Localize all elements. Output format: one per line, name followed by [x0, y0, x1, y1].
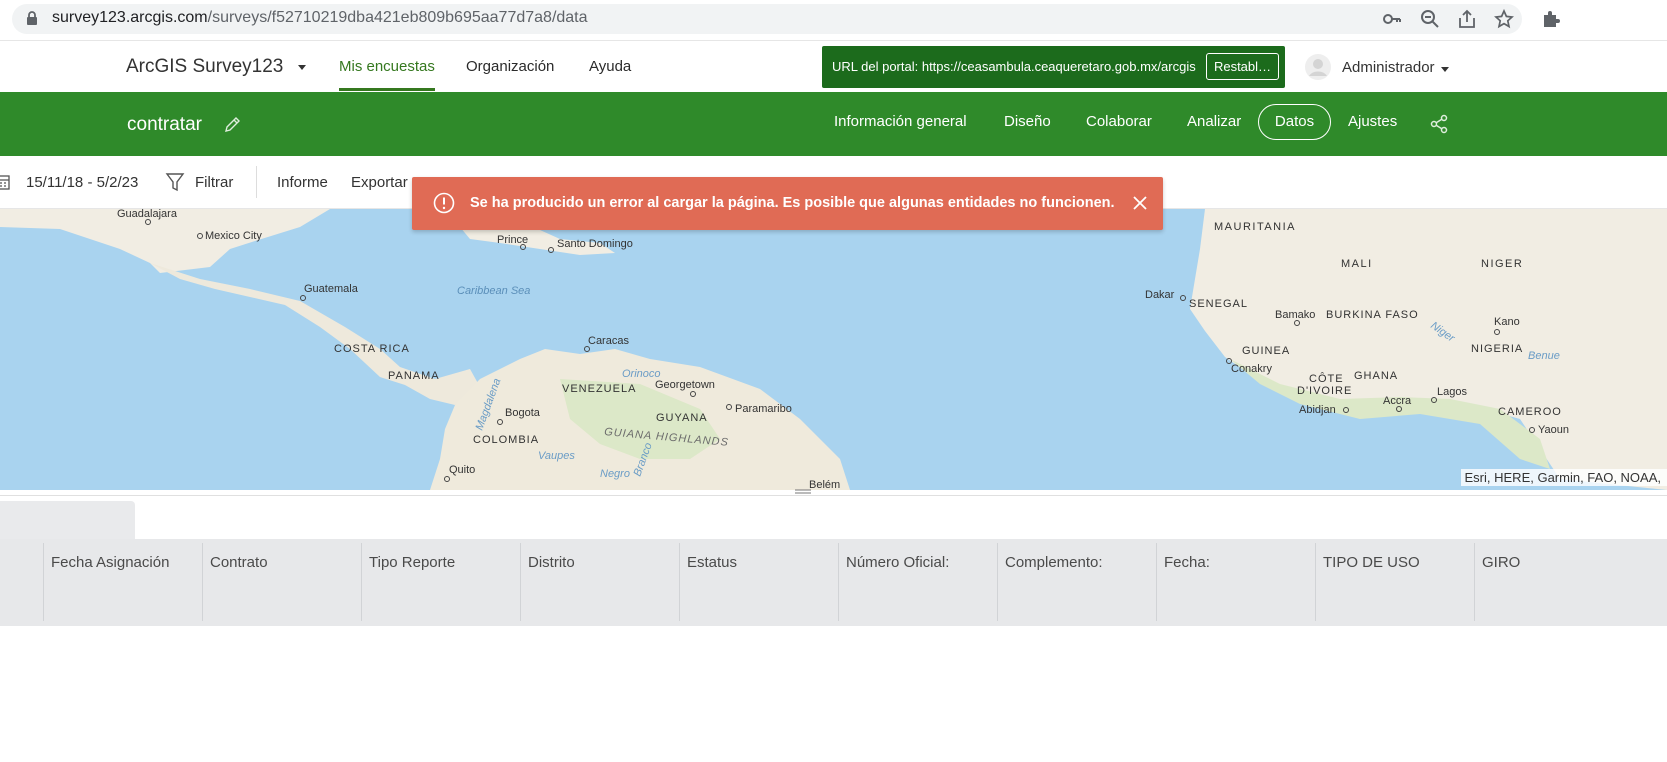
user-menu[interactable]: Administrador: [1342, 59, 1435, 76]
column-header-tipo-reporte[interactable]: Tipo Reporte: [361, 543, 520, 621]
map-view[interactable]: Guadalajara Mexico City Port-au- Prince …: [0, 209, 1667, 490]
map-label-lagos: Lagos: [1437, 386, 1467, 398]
map-label-accra: Accra: [1383, 395, 1412, 407]
map-label-burkina-faso: BURKINA FASO: [1326, 309, 1419, 321]
portal-banner: URL del portal: https://ceasambula.ceaqu…: [822, 46, 1285, 88]
error-toast: Se ha producido un error al cargar la pá…: [412, 177, 1163, 230]
map-label-conakry: Conakry: [1231, 363, 1272, 375]
basemap[interactable]: Guadalajara Mexico City Port-au- Prince …: [0, 209, 1667, 490]
map-label-bogota: Bogota: [505, 407, 541, 419]
avatar[interactable]: [1305, 54, 1331, 80]
map-label-yaounde: Yaoun: [1538, 424, 1569, 436]
nav-active-indicator: [339, 88, 435, 91]
map-label-benue: Benue: [1528, 350, 1560, 362]
app-title[interactable]: ArcGIS Survey123: [126, 56, 283, 78]
user-menu-caret-icon[interactable]: [1441, 67, 1449, 72]
tab-datos[interactable]: Datos: [1258, 104, 1331, 140]
survey-bar: contratar Información general Diseño Col…: [0, 92, 1667, 156]
map-label-mexico-city: Mexico City: [205, 230, 262, 242]
report-button[interactable]: Informe: [277, 174, 328, 191]
column-header-complemento[interactable]: Complemento:: [997, 543, 1156, 621]
date-range[interactable]: 15/11/18 - 5/2/23: [26, 174, 138, 191]
column-header-fecha[interactable]: Fecha:: [1156, 543, 1315, 621]
map-label-caribbean-sea: Caribbean Sea: [457, 285, 530, 297]
attribute-table: Fecha Asignación Contrato Tipo Reporte D…: [0, 495, 1667, 762]
tab-colaborar[interactable]: Colaborar: [1086, 113, 1152, 130]
map-label-cameroon: CAMEROO: [1498, 406, 1562, 418]
filter-icon[interactable]: [165, 172, 185, 192]
survey-title: contratar: [127, 114, 202, 135]
calendar-icon[interactable]: [0, 173, 10, 191]
table-header-row: Fecha Asignación Contrato Tipo Reporte D…: [0, 539, 1667, 626]
map-label-nigeria: NIGERIA: [1471, 343, 1523, 355]
toolbar-divider: [256, 166, 257, 198]
filter-button[interactable]: Filtrar: [195, 174, 233, 191]
portal-url-label: URL del portal: https://ceasambula.ceaqu…: [832, 59, 1196, 74]
map-label-paramaribo: Paramaribo: [735, 403, 792, 415]
map-label-ghana: GHANA: [1354, 370, 1398, 382]
lock-icon[interactable]: [26, 10, 38, 26]
column-header-giro[interactable]: GIRO: [1474, 543, 1667, 621]
app-menu-caret-icon[interactable]: [298, 65, 306, 70]
tab-informacion-general[interactable]: Información general: [834, 113, 967, 130]
map-label-vaupes: Vaupes: [538, 450, 575, 462]
map-label-guyana: GUYANA: [656, 412, 708, 424]
browser-toolbar: survey123.arcgis.com/surveys/f52710219db…: [0, 0, 1667, 40]
map-label-santo-domingo: Santo Domingo: [557, 238, 633, 250]
nav-ayuda[interactable]: Ayuda: [589, 58, 631, 75]
error-message: Se ha producido un error al cargar la pá…: [470, 195, 1115, 211]
column-header-fecha-asignacion[interactable]: Fecha Asignación: [43, 543, 202, 621]
map-label-guatemala: Guatemala: [304, 283, 359, 295]
column-header-contrato[interactable]: Contrato: [202, 543, 361, 621]
export-button[interactable]: Exportar: [351, 174, 408, 191]
table-tab[interactable]: [0, 501, 135, 539]
map-label-mali: MALI: [1341, 258, 1373, 270]
alert-icon: [433, 192, 455, 214]
url-text[interactable]: survey123.arcgis.com/surveys/f52710219db…: [52, 9, 588, 27]
map-label-mauritania: MAURITANIA: [1214, 221, 1296, 233]
map-attribution[interactable]: Esri, HERE, Garmin, FAO, NOAA,: [1460, 469, 1667, 486]
map-label-colombia: COLOMBIA: [473, 434, 539, 446]
column-header-estatus[interactable]: Estatus: [679, 543, 838, 621]
map-label-cote: CÔTE: [1309, 372, 1344, 385]
map-label-bamako: Bamako: [1275, 309, 1315, 321]
map-label-kano: Kano: [1494, 316, 1520, 328]
star-icon[interactable]: [1494, 9, 1514, 29]
map-label-guadalajara: Guadalajara: [117, 209, 178, 220]
map-label-senegal: SENEGAL: [1189, 298, 1248, 310]
map-label-dakar: Dakar: [1145, 289, 1175, 301]
nav-mis-encuestas[interactable]: Mis encuestas: [339, 58, 435, 75]
share-page-icon[interactable]: [1457, 9, 1477, 29]
tab-diseno[interactable]: Diseño: [1004, 113, 1051, 130]
map-label-belem: Belém: [809, 479, 840, 490]
close-icon[interactable]: [1132, 195, 1148, 211]
map-label-niger: NIGER: [1481, 258, 1523, 270]
zoom-icon[interactable]: [1420, 9, 1440, 29]
app-header: ArcGIS Survey123 Mis encuestas Organizac…: [0, 40, 1667, 92]
map-label-divoire: D'IVOIRE: [1297, 385, 1352, 397]
map-label-quito: Quito: [449, 464, 475, 476]
edit-pencil-icon[interactable]: [223, 116, 241, 134]
column-header-numero-oficial[interactable]: Número Oficial:: [838, 543, 997, 621]
map-label-costa-rica: COSTA RICA: [334, 343, 410, 355]
column-header-distrito[interactable]: Distrito: [520, 543, 679, 621]
key-icon[interactable]: [1382, 9, 1402, 29]
map-label-georgetown: Georgetown: [655, 379, 715, 391]
extensions-icon[interactable]: [1541, 9, 1561, 29]
nav-organizacion[interactable]: Organización: [466, 58, 554, 75]
portal-reset-button[interactable]: Restabl…: [1206, 53, 1279, 80]
map-label-caracas: Caracas: [588, 335, 629, 347]
share-icon[interactable]: [1429, 114, 1449, 134]
tab-ajustes[interactable]: Ajustes: [1348, 113, 1397, 130]
map-label-abidjan: Abidjan: [1299, 404, 1336, 416]
map-label-guinea: GUINEA: [1242, 345, 1290, 357]
map-label-panama: PANAMA: [388, 370, 440, 382]
column-header-tipo-de-uso[interactable]: TIPO DE USO: [1315, 543, 1474, 621]
map-label-negro: Negro: [600, 468, 630, 480]
tab-analizar[interactable]: Analizar: [1187, 113, 1241, 130]
map-label-venezuela: VENEZUELA: [562, 383, 636, 395]
